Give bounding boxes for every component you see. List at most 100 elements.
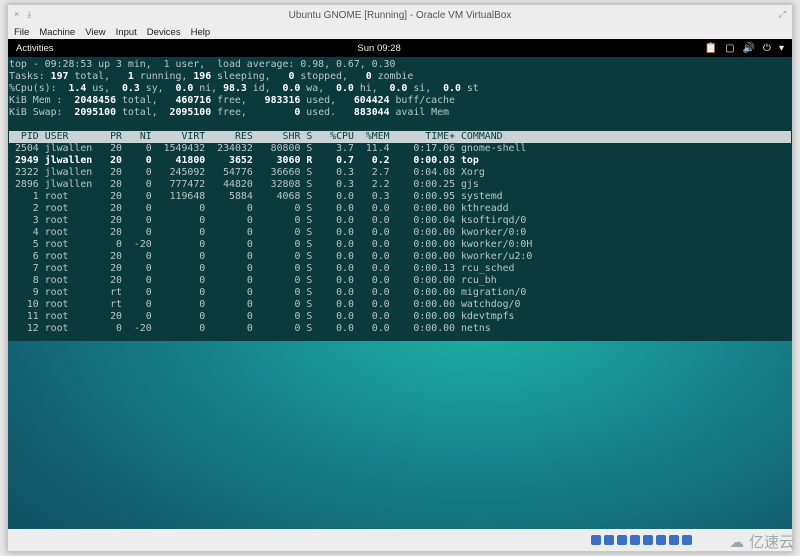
summary-line: %Cpu(s): 1.4 us, 0.3 sy, 0.0 ni, 98.3 id… (9, 83, 791, 95)
cell-ni: -20 (127, 239, 152, 250)
cell-command: kthreadd (460, 203, 509, 214)
cell-cpu: 0.0 (324, 275, 354, 286)
cell-shr: SHR (258, 131, 301, 142)
display-icon[interactable] (656, 535, 666, 545)
table-row[interactable]: 3 root 20 0 0 0 0 S 0.0 0.0 0:00.04 ksof… (9, 215, 791, 227)
cell-virt: 245092 (157, 167, 206, 178)
cell-mem: 0.0 (359, 299, 390, 310)
cell-ni: 0 (127, 227, 152, 238)
cell-s: S (306, 287, 319, 298)
menu-devices[interactable]: Devices (147, 27, 181, 38)
virtualbox-window: × ⤓ Ubuntu GNOME [Running] - Oracle VM Vi… (7, 4, 793, 552)
summary-segment: si, (407, 83, 444, 94)
cell-time: 0:00.95 (395, 191, 456, 202)
cell-cpu: 0.0 (324, 203, 354, 214)
clock[interactable]: Sun 09:28 (357, 43, 400, 54)
cell-pr: 20 (104, 275, 122, 286)
summary-segment: total, (68, 71, 128, 82)
shared-folder-icon[interactable] (643, 535, 653, 545)
cell-shr: 0 (258, 311, 301, 322)
cell-ni: 0 (127, 191, 152, 202)
table-row[interactable]: 1 root 20 0 119648 5884 4068 S 0.0 0.3 0… (9, 191, 791, 203)
cell-mem: 0.0 (359, 215, 390, 226)
maximize-icon[interactable]: ⤢ (779, 9, 786, 20)
summary-line: KiB Mem : 2048456 total, 460716 free, 98… (9, 95, 791, 107)
cell-time: 0:00.00 (395, 287, 456, 298)
cell-shr: 0 (258, 203, 301, 214)
table-row[interactable]: 2949 jlwallen 20 0 41800 3652 3060 R 0.7… (9, 155, 791, 167)
menu-view[interactable]: View (85, 27, 105, 38)
table-row[interactable]: 10 root rt 0 0 0 0 S 0.0 0.0 0:00.00 wat… (9, 299, 791, 311)
cell-pid: 3 (9, 215, 39, 226)
table-row[interactable]: 2 root 20 0 0 0 0 S 0.0 0.0 0:00.00 kthr… (9, 203, 791, 215)
table-row[interactable]: 2896 jlwallen 20 0 777472 44820 32808 S … (9, 179, 791, 191)
cell-ni: 0 (127, 299, 152, 310)
cell-command: Xorg (460, 167, 485, 178)
menu-help[interactable]: Help (191, 27, 211, 38)
minimize-icon[interactable]: ⤓ (27, 9, 31, 20)
host-key-icon[interactable] (682, 535, 692, 545)
table-row[interactable]: 11 root 20 0 0 0 0 S 0.0 0.0 0:00.00 kde… (9, 311, 791, 323)
table-row[interactable]: 4 root 20 0 0 0 0 S 0.0 0.0 0:00.00 kwor… (9, 227, 791, 239)
clipboard-icon[interactable]: 📋 (705, 43, 717, 54)
menu-file[interactable]: File (14, 27, 29, 38)
cell-mem: 2.7 (359, 167, 390, 178)
cell-time: 0:17.06 (395, 143, 456, 154)
hdd-icon[interactable] (591, 535, 601, 545)
cell-s: R (306, 155, 319, 166)
summary-segment: total, (116, 107, 170, 118)
guest-screen[interactable]: Activities Sun 09:28 📋 ▢ 🔊 ⏻ ▾ top - 09:… (8, 39, 792, 529)
cell-pr: 20 (104, 191, 122, 202)
table-row[interactable]: 2504 jlwallen 20 0 1549432 234032 80800 … (9, 143, 791, 155)
system-tray[interactable]: 📋 ▢ 🔊 ⏻ ▾ (705, 43, 784, 54)
cell-virt: 0 (157, 227, 206, 238)
cell-virt: 0 (157, 275, 206, 286)
cell-user: jlwallen (44, 179, 99, 190)
summary-line: Tasks: 197 total, 1 running, 196 sleepin… (9, 71, 791, 83)
title-bar: × ⤓ Ubuntu GNOME [Running] - Oracle VM Vi… (8, 5, 792, 25)
window-icon[interactable]: ▢ (725, 43, 734, 54)
cell-user: root (44, 287, 99, 298)
table-row[interactable]: 12 root 0 -20 0 0 0 S 0.0 0.0 0:00.00 ne… (9, 323, 791, 335)
table-row[interactable]: 6 root 20 0 0 0 0 S 0.0 0.0 0:00.00 kwor… (9, 251, 791, 263)
cell-shr: 80800 (258, 143, 301, 154)
table-row[interactable]: 7 root 20 0 0 0 0 S 0.0 0.0 0:00.13 rcu_… (9, 263, 791, 275)
optical-icon[interactable] (604, 535, 614, 545)
cell-s: S (306, 203, 319, 214)
capture-icon[interactable] (669, 535, 679, 545)
activities-button[interactable]: Activities (16, 43, 53, 54)
cell-pid: 11 (9, 311, 39, 322)
cell-mem: 11.4 (359, 143, 390, 154)
menu-machine[interactable]: Machine (39, 27, 75, 38)
cell-ni: 0 (127, 311, 152, 322)
cell-pr: rt (104, 299, 122, 310)
volume-icon[interactable]: 🔊 (743, 43, 755, 54)
summary-segment: sleeping, (211, 71, 289, 82)
close-icon[interactable]: × (14, 9, 19, 20)
cell-res: 0 (211, 263, 253, 274)
cell-time: 0:00.00 (395, 311, 456, 322)
summary-segment: us, (86, 83, 122, 94)
menu-input[interactable]: Input (116, 27, 137, 38)
usb-icon[interactable] (630, 535, 640, 545)
table-row[interactable]: 2322 jlwallen 20 0 245092 54776 36660 S … (9, 167, 791, 179)
cell-virt: 0 (157, 263, 206, 274)
cell-pr: 20 (104, 167, 122, 178)
cell-pr: PR (104, 131, 122, 142)
network-icon[interactable] (617, 535, 627, 545)
table-row[interactable]: 9 root rt 0 0 0 0 S 0.0 0.0 0:00.00 migr… (9, 287, 791, 299)
cell-ni: 0 (127, 143, 152, 154)
table-row[interactable]: 8 root 20 0 0 0 0 S 0.0 0.0 0:00.00 rcu_… (9, 275, 791, 287)
cell-pid: 2 (9, 203, 39, 214)
cell-command: rcu_sched (460, 263, 515, 274)
summary-segment: 2095100 (169, 107, 212, 118)
cell-ni: -20 (127, 323, 152, 334)
table-row[interactable]: 5 root 0 -20 0 0 0 S 0.0 0.0 0:00.00 kwo… (9, 239, 791, 251)
power-icon[interactable]: ⏻ (763, 43, 771, 54)
chevron-down-icon[interactable]: ▾ (779, 43, 784, 54)
cell-virt: 41800 (157, 155, 206, 166)
cell-user: jlwallen (44, 143, 99, 154)
terminal-top-output[interactable]: top - 09:28:53 up 3 min, 1 user, load av… (8, 57, 792, 341)
cell-time: TIME+ (395, 131, 456, 142)
cell-res: 0 (211, 227, 253, 238)
